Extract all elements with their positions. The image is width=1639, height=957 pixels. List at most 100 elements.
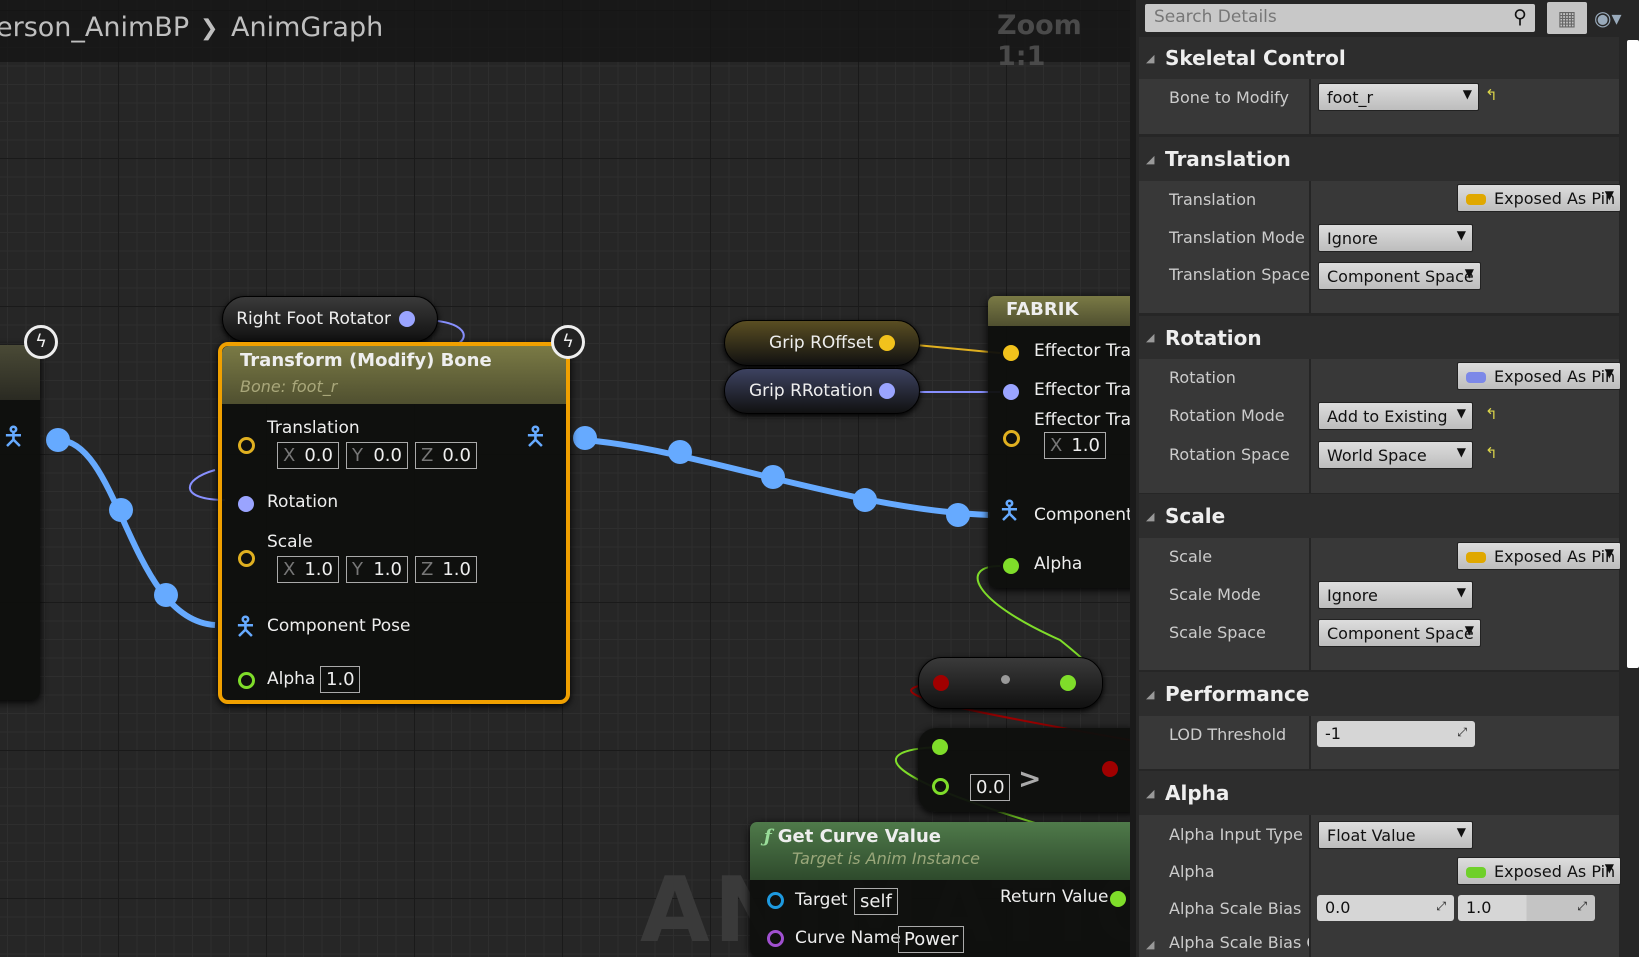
output-pose-pin-icon[interactable]: 🯅 — [524, 418, 547, 462]
eye-icon[interactable]: ◉▾ — [1594, 6, 1622, 30]
scale-x-input[interactable]: X 1.0 — [277, 556, 339, 583]
alpha-pin[interactable] — [1003, 558, 1019, 574]
translation-pin[interactable] — [238, 437, 255, 454]
translation-mode-dropdown[interactable]: Ignore ▼ — [1318, 224, 1473, 252]
scale-space-dropdown[interactable]: Component Space ▼ — [1318, 619, 1481, 647]
translation-y-input[interactable]: Y 0.0 — [346, 442, 408, 469]
float-input-pin[interactable] — [932, 739, 948, 755]
reset-arrow-icon[interactable]: ↰ — [1485, 444, 1498, 462]
translation-mode-label: Translation Mode — [1169, 228, 1305, 247]
translation-pin-label: Translation — [267, 418, 360, 438]
section-scale[interactable]: ◢ Scale — [1139, 494, 1619, 538]
view-options-button[interactable]: ▦ — [1547, 2, 1587, 34]
scale-mode-dropdown[interactable]: Ignore ▼ — [1318, 581, 1473, 609]
rotation-space-dropdown[interactable]: World Space ▼ — [1318, 441, 1473, 469]
breadcrumb-graph[interactable]: AnimGraph — [231, 12, 383, 43]
component-pose-pin-icon[interactable]: 🯅 — [998, 492, 1021, 536]
effector-pin-label: Effector Tra — [1034, 380, 1130, 400]
search-details-input[interactable]: Search Details ⚲ — [1145, 4, 1535, 32]
return-value-label: Return Value — [1000, 887, 1109, 907]
greater-than-node[interactable]: 0.0 > — [918, 728, 1130, 812]
node-title: Get Curve Value — [777, 826, 941, 847]
translation-space-dropdown[interactable]: Component Space ▼ — [1318, 262, 1481, 290]
target-pin[interactable] — [767, 892, 784, 909]
translation-x-input[interactable]: X 0.0 — [277, 442, 339, 469]
pose-pin-icon[interactable]: 🯅 — [2, 418, 25, 462]
float-output-pin[interactable] — [1060, 675, 1076, 691]
anim-graph-canvas[interactable]: erson_AnimBP ❯ AnimGraph Zoom 1:1 ANIMAT… — [0, 0, 1130, 957]
variable-label: Right Foot Rotator — [236, 309, 391, 329]
partial-node-left[interactable] — [0, 345, 40, 700]
translation-label: Translation — [1169, 190, 1257, 209]
reset-arrow-icon[interactable]: ↰ — [1485, 405, 1498, 423]
return-value-pin[interactable] — [1110, 891, 1126, 907]
rotator-output-pin[interactable] — [879, 383, 895, 399]
rotation-pin[interactable] — [238, 496, 254, 512]
curve-name-pin[interactable] — [767, 930, 784, 947]
section-performance[interactable]: ◢ Performance — [1139, 672, 1619, 716]
rotation-pin-dropdown[interactable]: Exposed As Pin ▼ — [1457, 362, 1621, 390]
get-curve-value-node[interactable]: ƒ Get Curve Value Target is Anim Instance… — [750, 822, 1130, 957]
effector-pin[interactable] — [1003, 345, 1019, 361]
vector-output-pin[interactable] — [879, 335, 895, 351]
translation-pin-dropdown[interactable]: Exposed As Pin ▼ — [1457, 184, 1621, 212]
alpha-pin-label: Alpha — [1034, 554, 1083, 574]
alpha-scale-bias-max-input[interactable]: 1.0 ⤢ — [1458, 895, 1595, 921]
lod-threshold-input[interactable]: -1 ⤢ — [1317, 721, 1475, 747]
alpha-pin-dropdown[interactable]: Exposed As Pin ▼ — [1457, 857, 1621, 885]
fast-path-bolt-icon: ϟ — [24, 325, 58, 359]
breadcrumb-blueprint[interactable]: erson_AnimBP — [0, 12, 189, 43]
bool-output-pin[interactable] — [1102, 761, 1118, 777]
bool-input-pin[interactable] — [933, 675, 949, 691]
alpha-input[interactable]: 1.0 — [320, 666, 360, 693]
reset-arrow-icon[interactable]: ↰ — [1485, 86, 1498, 104]
scrollbar[interactable] — [1627, 40, 1639, 668]
rotation-space-label: Rotation Space — [1169, 445, 1290, 464]
bone-to-modify-dropdown[interactable]: foot_r ▼ — [1318, 83, 1479, 111]
transform-modify-bone-node[interactable]: Transform (Modify) Bone Bone: foot_r Tran… — [218, 342, 570, 704]
translation-z-input[interactable]: Z 0.0 — [415, 442, 477, 469]
alpha-scale-bias-clamp-label[interactable]: Alpha Scale Bias Cla — [1169, 933, 1309, 952]
variable-label: Grip RRotation — [749, 381, 873, 401]
alpha-input-type-label: Alpha Input Type — [1169, 825, 1303, 844]
scale-z-input[interactable]: Z 1.0 — [415, 556, 477, 583]
compare-value-input[interactable]: 0.0 — [970, 774, 1010, 801]
scale-pin-label: Scale — [267, 532, 313, 552]
effector-pin[interactable] — [1003, 384, 1019, 400]
graph-header: erson_AnimBP ❯ AnimGraph Zoom 1:1 — [0, 0, 1130, 72]
scale-pin-dropdown[interactable]: Exposed As Pin ▼ — [1457, 542, 1621, 570]
breadcrumb-separator: ❯ — [200, 16, 219, 41]
float-input-pin[interactable] — [932, 778, 949, 795]
target-label: Target — [795, 890, 848, 910]
component-pose-pin-icon[interactable]: 🯅 — [234, 608, 257, 652]
curve-name-input[interactable]: Power — [898, 926, 964, 953]
search-icon[interactable]: ⚲ — [1513, 6, 1527, 28]
rotation-mode-dropdown[interactable]: Add to Existing ▼ — [1318, 402, 1473, 430]
function-icon: ƒ — [764, 826, 772, 847]
fabrik-node[interactable]: FABRIK Effector Tra Effector Tra Effecto… — [988, 296, 1130, 588]
expand-triangle-icon[interactable]: ◢ — [1146, 938, 1154, 951]
effector-x-input[interactable]: X 1.0 — [1044, 432, 1106, 459]
section-skeletal-control[interactable]: ◢ Skeletal Control — [1139, 37, 1619, 79]
alpha-pin[interactable] — [238, 672, 255, 689]
section-translation[interactable]: ◢ Translation — [1139, 137, 1619, 181]
details-panel: Search Details ⚲ ▦ ◉▾ ◢ Skeletal Control B… — [1130, 0, 1639, 957]
rotation-mode-label: Rotation Mode — [1169, 406, 1285, 425]
target-input[interactable]: self — [854, 888, 898, 915]
effector-pin[interactable] — [1003, 430, 1020, 447]
variable-label: Grip ROffset — [769, 333, 873, 353]
rotator-output-pin[interactable] — [399, 311, 415, 327]
fast-path-bolt-icon: ϟ — [551, 325, 585, 359]
component-pose-label: Component Pose — [267, 616, 411, 636]
component-pin-label: Component — [1034, 505, 1130, 525]
section-rotation[interactable]: ◢ Rotation — [1139, 316, 1619, 359]
lod-threshold-label: LOD Threshold — [1169, 725, 1287, 744]
scale-y-input[interactable]: Y 1.0 — [346, 556, 408, 583]
effector-pin-label: Effector Tra — [1034, 410, 1130, 430]
scale-pin[interactable] — [238, 550, 255, 567]
center-dot — [1001, 675, 1010, 684]
section-alpha[interactable]: ◢ Alpha — [1139, 771, 1619, 815]
alpha-scale-bias-min-input[interactable]: 0.0 ⤢ — [1317, 895, 1454, 921]
alpha-input-type-dropdown[interactable]: Float Value ▼ — [1318, 821, 1473, 849]
curve-name-label: Curve Name — [795, 928, 901, 948]
